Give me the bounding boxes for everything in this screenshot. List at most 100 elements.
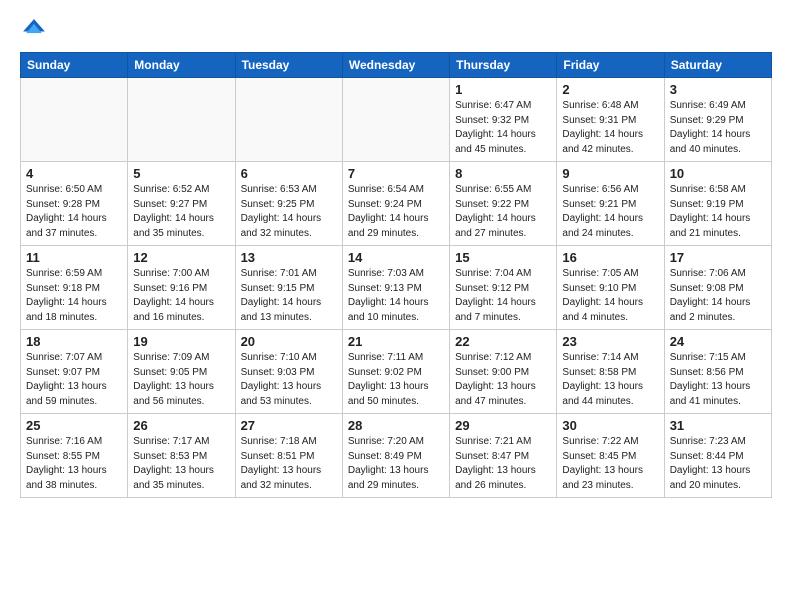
day-number: 15 [455, 250, 551, 265]
day-info: Sunrise: 7:07 AMSunset: 9:07 PMDaylight:… [26, 351, 122, 409]
sunset-time: 8:47 PM [492, 451, 529, 462]
sunrise-label: Sunrise: [670, 100, 707, 111]
sunset-time: 8:53 PM [170, 451, 207, 462]
sunset-label: Sunset: [670, 367, 704, 378]
sunrise-time: 6:47 AM [495, 100, 532, 111]
day-number: 16 [562, 250, 658, 265]
sunset-time: 8:49 PM [385, 451, 422, 462]
calendar: SundayMondayTuesdayWednesdayThursdayFrid… [20, 52, 772, 498]
sunset-time: 9:24 PM [385, 199, 422, 210]
sunrise-label: Sunrise: [348, 268, 385, 279]
daylight-label: Daylight: [133, 381, 172, 392]
daylight-label: Daylight: [455, 213, 494, 224]
empty-cell [235, 78, 342, 162]
sunset-label: Sunset: [455, 283, 489, 294]
day-number: 24 [670, 334, 766, 349]
day-info: Sunrise: 7:14 AMSunset: 8:58 PMDaylight:… [562, 351, 658, 409]
day-number: 7 [348, 166, 444, 181]
sunrise-label: Sunrise: [455, 352, 492, 363]
day-cell-21: 21Sunrise: 7:11 AMSunset: 9:02 PMDayligh… [342, 330, 449, 414]
sunset-time: 9:12 PM [492, 283, 529, 294]
day-info: Sunrise: 7:06 AMSunset: 9:08 PMDaylight:… [670, 267, 766, 325]
week-row-2: 4 Sunrise: 6:50 AMSunset: 9:28 PMDaylight… [21, 162, 772, 246]
sunrise-label: Sunrise: [670, 268, 707, 279]
day-cell-3: 3Sunrise: 6:49 AMSunset: 9:29 PMDaylight… [664, 78, 771, 162]
day-cell-25: 25Sunrise: 7:16 AMSunset: 8:55 PMDayligh… [21, 414, 128, 498]
day-number: 21 [348, 334, 444, 349]
sunrise-label: Sunrise: [241, 184, 278, 195]
day-number: 23 [562, 334, 658, 349]
day-number: 26 [133, 418, 229, 433]
sunrise-label: Sunrise: [133, 436, 170, 447]
daylight-label: Daylight: [133, 465, 172, 476]
day-cell-30: 30Sunrise: 7:22 AMSunset: 8:45 PMDayligh… [557, 414, 664, 498]
daylight-label: Daylight: [26, 465, 65, 476]
daylight-label: Daylight: [348, 297, 387, 308]
day-info: Sunrise: 6:58 AMSunset: 9:19 PMDaylight:… [670, 183, 766, 241]
sunset-time: 9:15 PM [277, 283, 314, 294]
sunset-label: Sunset: [241, 283, 275, 294]
day-info: Sunrise: 7:12 AMSunset: 9:00 PMDaylight:… [455, 351, 551, 409]
sunrise-label: Sunrise: [26, 184, 63, 195]
sunrise-label: Sunrise: [562, 352, 599, 363]
day-cell-8: 8Sunrise: 6:55 AMSunset: 9:22 PMDaylight… [450, 162, 557, 246]
sunrise-time: 6:52 AM [173, 184, 210, 195]
day-cell-18: 18Sunrise: 7:07 AMSunset: 9:07 PMDayligh… [21, 330, 128, 414]
sunrise-time: 7:06 AM [709, 268, 746, 279]
sunrise-label: Sunrise: [133, 352, 170, 363]
day-number: 11 [26, 250, 122, 265]
day-number: 4 [26, 166, 122, 181]
day-info: Sunrise: 6:47 AMSunset: 9:32 PMDaylight:… [455, 99, 551, 157]
daylight-label: Daylight: [562, 213, 601, 224]
sunset-label: Sunset: [455, 115, 489, 126]
sunset-label: Sunset: [26, 283, 60, 294]
sunrise-label: Sunrise: [26, 268, 63, 279]
sunset-time: 9:05 PM [170, 367, 207, 378]
sunrise-time: 7:16 AM [65, 436, 102, 447]
daylight-label: Daylight: [562, 129, 601, 140]
sunrise-time: 7:07 AM [65, 352, 102, 363]
empty-cell [342, 78, 449, 162]
day-info: Sunrise: 6:50 AMSunset: 9:28 PMDaylight:… [26, 183, 122, 241]
day-info: Sunrise: 7:09 AMSunset: 9:05 PMDaylight:… [133, 351, 229, 409]
sunrise-label: Sunrise: [670, 436, 707, 447]
daylight-label: Daylight: [348, 465, 387, 476]
weekday-tuesday: Tuesday [235, 53, 342, 78]
day-cell-12: 12Sunrise: 7:00 AMSunset: 9:16 PMDayligh… [128, 246, 235, 330]
sunrise-label: Sunrise: [241, 268, 278, 279]
sunset-time: 9:22 PM [492, 199, 529, 210]
day-info: Sunrise: 6:53 AMSunset: 9:25 PMDaylight:… [241, 183, 337, 241]
daylight-label: Daylight: [455, 129, 494, 140]
sunset-time: 9:16 PM [170, 283, 207, 294]
day-info: Sunrise: 7:21 AMSunset: 8:47 PMDaylight:… [455, 435, 551, 493]
sunrise-time: 7:23 AM [709, 436, 746, 447]
sunset-time: 9:31 PM [599, 115, 636, 126]
sunset-label: Sunset: [562, 199, 596, 210]
day-cell-13: 13Sunrise: 7:01 AMSunset: 9:15 PMDayligh… [235, 246, 342, 330]
day-info: Sunrise: 7:15 AMSunset: 8:56 PMDaylight:… [670, 351, 766, 409]
daylight-label: Daylight: [670, 297, 709, 308]
sunset-label: Sunset: [348, 283, 382, 294]
sunrise-label: Sunrise: [455, 268, 492, 279]
sunrise-time: 7:00 AM [173, 268, 210, 279]
sunrise-time: 7:15 AM [709, 352, 746, 363]
sunrise-label: Sunrise: [133, 184, 170, 195]
day-cell-2: 2Sunrise: 6:48 AMSunset: 9:31 PMDaylight… [557, 78, 664, 162]
sunrise-label: Sunrise: [455, 184, 492, 195]
sunrise-time: 7:10 AM [280, 352, 317, 363]
day-number: 5 [133, 166, 229, 181]
sunset-time: 9:02 PM [385, 367, 422, 378]
daylight-label: Daylight: [26, 297, 65, 308]
weekday-thursday: Thursday [450, 53, 557, 78]
daylight-label: Daylight: [562, 297, 601, 308]
daylight-label: Daylight: [670, 465, 709, 476]
sunset-time: 9:25 PM [277, 199, 314, 210]
day-cell-11: 11Sunrise: 6:59 AMSunset: 9:18 PMDayligh… [21, 246, 128, 330]
day-cell-17: 17Sunrise: 7:06 AMSunset: 9:08 PMDayligh… [664, 246, 771, 330]
day-cell-5: 5Sunrise: 6:52 AMSunset: 9:27 PMDaylight… [128, 162, 235, 246]
daylight-label: Daylight: [670, 381, 709, 392]
sunrise-label: Sunrise: [562, 184, 599, 195]
sunrise-label: Sunrise: [455, 100, 492, 111]
sunset-time: 8:58 PM [599, 367, 636, 378]
sunset-time: 8:56 PM [706, 367, 743, 378]
